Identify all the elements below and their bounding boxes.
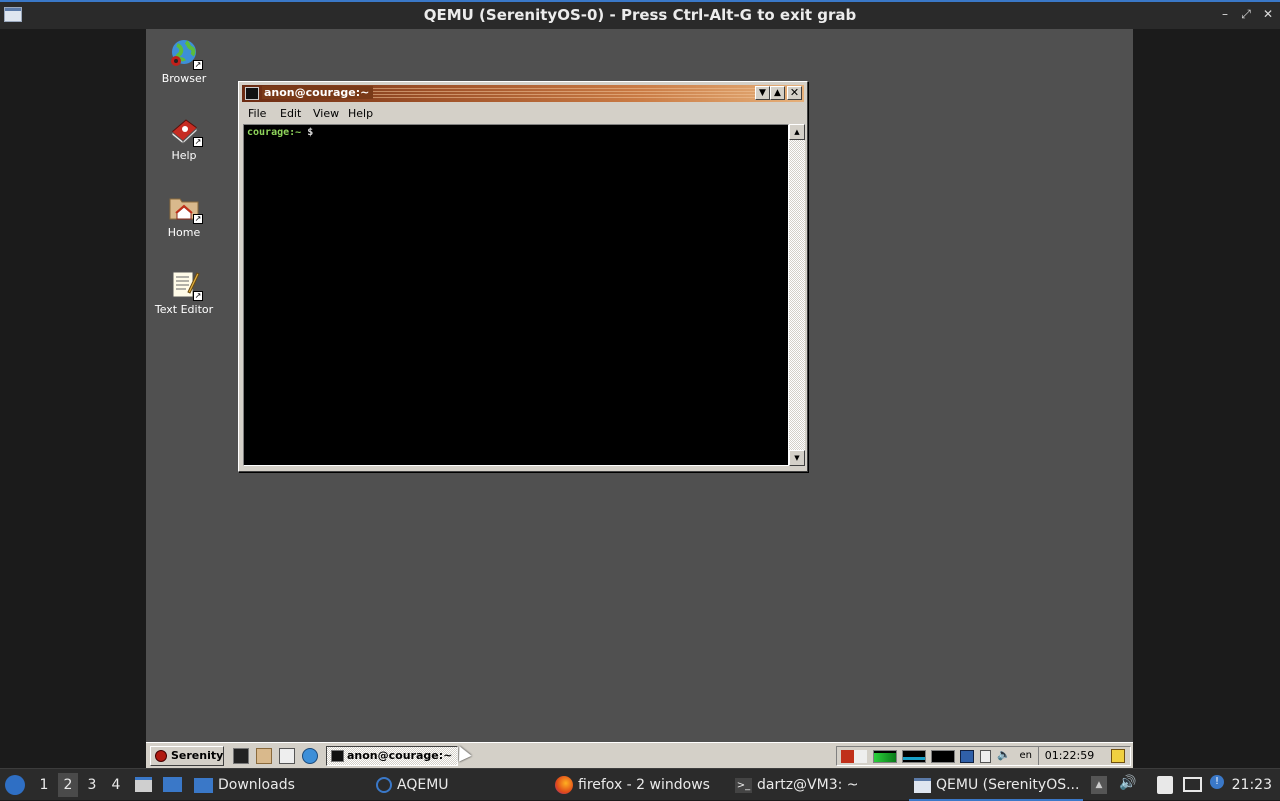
- network-icon[interactable]: [1183, 777, 1202, 792]
- terminal-titlebar[interactable]: anon@courage:~ ▼ ▲ ✕: [242, 85, 804, 102]
- maximize-button[interactable]: ▲: [770, 86, 785, 100]
- menu-file[interactable]: File: [248, 107, 266, 120]
- notes-icon[interactable]: [1111, 749, 1125, 763]
- terminal-menubar: File Edit View Help: [242, 104, 804, 123]
- desktop-switcher-icon[interactable]: [841, 750, 867, 763]
- workspace-3[interactable]: 3: [82, 773, 102, 797]
- minimize-button[interactable]: ▼: [755, 86, 770, 100]
- task-aqemu[interactable]: AQEMU: [376, 769, 449, 801]
- workspace-2[interactable]: 2: [58, 773, 78, 797]
- window-button-label: anon@courage:~: [347, 749, 453, 762]
- workspace-4[interactable]: 4: [106, 773, 126, 797]
- minimize-icon[interactable]: –: [1218, 7, 1232, 21]
- network-graph-icon[interactable]: [931, 750, 955, 763]
- desktop-icon-label: Browser: [161, 72, 207, 85]
- maximize-icon[interactable]: ⤢: [1239, 7, 1253, 21]
- terminal-output[interactable]: courage:~ $: [243, 124, 789, 466]
- host-taskbar: 1 2 3 4 Downloads AQEMU firefox - 2 wind…: [0, 768, 1280, 801]
- desktop-icon-label: Help: [171, 149, 197, 162]
- task-qemu[interactable]: QEMU (SerenityOS...: [909, 769, 1083, 801]
- close-button[interactable]: ✕: [787, 86, 802, 100]
- quicklaunch-text-editor-icon[interactable]: [279, 748, 295, 764]
- guest-desktop[interactable]: ↗ Browser ↗ Help ↗ Home ↗ Text Editor an…: [146, 29, 1133, 768]
- home-folder-icon: ↗: [168, 191, 203, 224]
- volume-icon[interactable]: 🔊: [1119, 775, 1136, 791]
- terminal-icon: [331, 750, 344, 762]
- globe-icon: ↗: [168, 37, 203, 70]
- desktop-icon-browser[interactable]: ↗ Browser: [146, 37, 222, 85]
- text-editor-icon: ↗: [168, 268, 203, 301]
- scroll-down-button[interactable]: ▼: [789, 450, 805, 466]
- quicklaunch-file-manager-icon[interactable]: [256, 748, 272, 764]
- host-window-titlebar[interactable]: QEMU (SerenityOS-0) - Press Ctrl-Alt-G t…: [0, 0, 1280, 29]
- start-label: Serenity: [171, 749, 224, 762]
- tray-expand-icon[interactable]: ▲: [1091, 776, 1107, 794]
- terminal-window[interactable]: anon@courage:~ ▼ ▲ ✕ File Edit View Help…: [238, 81, 808, 472]
- qemu-window-icon: [914, 777, 931, 793]
- serenity-logo-icon: [155, 750, 167, 762]
- shell-prompt: courage:~ $: [247, 127, 313, 138]
- task-downloads[interactable]: Downloads: [194, 769, 295, 801]
- guest-system-tray: 🔈 en 01:22:59: [836, 746, 1131, 766]
- scroll-up-button[interactable]: ▲: [789, 124, 805, 140]
- prompt-host: courage:~: [247, 127, 302, 138]
- app-menu-icon[interactable]: [5, 775, 25, 795]
- taskbar-window-terminal[interactable]: anon@courage:~: [326, 746, 458, 766]
- workspace-1[interactable]: 1: [34, 773, 54, 797]
- task-firefox[interactable]: firefox - 2 windows: [555, 769, 710, 801]
- cpu-graph-icon[interactable]: [873, 750, 897, 763]
- task-terminal[interactable]: >_ dartz@VM3: ~: [735, 769, 859, 801]
- help-book-icon: ↗: [168, 114, 203, 147]
- task-label: QEMU (SerenityOS...: [936, 777, 1080, 793]
- menu-view[interactable]: View: [313, 107, 339, 120]
- close-icon[interactable]: ✕: [1261, 7, 1275, 21]
- task-label: AQEMU: [397, 777, 449, 793]
- prompt-symbol: $: [307, 127, 314, 138]
- file-manager-launcher-icon[interactable]: [163, 777, 182, 792]
- task-label: dartz@VM3: ~: [757, 777, 859, 793]
- terminal-icon: [245, 87, 259, 100]
- keyboard-language[interactable]: en: [1020, 747, 1033, 765]
- desktop-icon-label: Home: [167, 226, 201, 239]
- menu-edit[interactable]: Edit: [280, 107, 301, 120]
- volume-icon[interactable]: 🔈: [997, 748, 1011, 761]
- clipboard-icon[interactable]: [980, 750, 991, 763]
- folder-icon: [194, 777, 213, 793]
- quicklaunch-browser-icon[interactable]: [302, 748, 318, 764]
- terminal-title: anon@courage:~: [262, 86, 374, 99]
- clipboard-icon[interactable]: [1157, 776, 1173, 794]
- terminal-scrollbar[interactable]: ▲ ▼: [789, 124, 805, 466]
- guest-clock[interactable]: 01:22:59: [1038, 747, 1100, 765]
- firefox-icon: [555, 776, 573, 794]
- desktop-icon-home[interactable]: ↗ Home: [146, 191, 222, 239]
- show-desktop-icon[interactable]: [135, 777, 152, 792]
- network-icon[interactable]: [960, 750, 974, 763]
- host-window-title: QEMU (SerenityOS-0) - Press Ctrl-Alt-G t…: [423, 6, 857, 24]
- updates-icon[interactable]: !: [1210, 775, 1224, 789]
- desktop-icon-text-editor[interactable]: ↗ Text Editor: [146, 268, 222, 316]
- host-clock[interactable]: 21:23: [1232, 769, 1272, 801]
- menu-help[interactable]: Help: [348, 107, 373, 120]
- quicklaunch-terminal-icon[interactable]: [233, 748, 249, 764]
- serenity-start-button[interactable]: Serenity: [150, 746, 224, 766]
- aqemu-icon: [376, 777, 392, 793]
- task-label: firefox - 2 windows: [578, 777, 710, 793]
- memory-graph-icon[interactable]: [902, 750, 926, 763]
- task-label: Downloads: [218, 777, 295, 793]
- guest-taskbar: Serenity anon@courage:~ 🔈 en 01:22:59: [146, 742, 1133, 768]
- terminal-icon: >_: [735, 777, 752, 793]
- desktop-icon-help[interactable]: ↗ Help: [146, 114, 222, 162]
- desktop-icon-label: Text Editor: [154, 303, 214, 316]
